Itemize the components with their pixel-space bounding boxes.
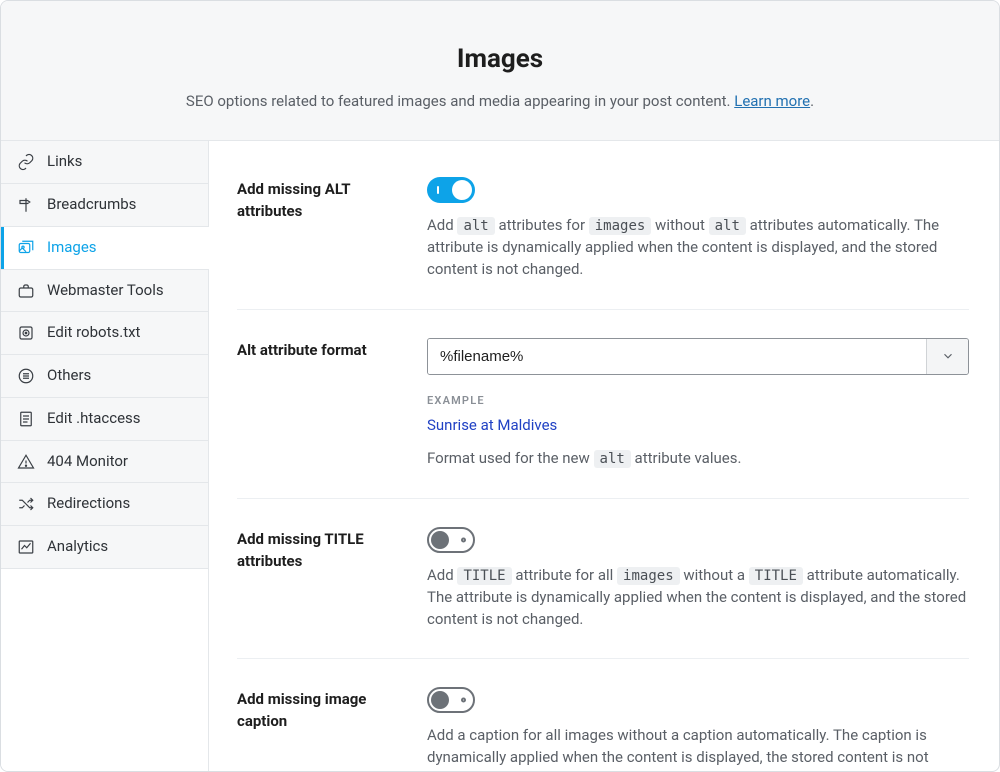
alt-format-input-group (427, 338, 969, 375)
example-value: Sunrise at Maldives (427, 415, 969, 437)
setting-label: Alt attribute format (237, 338, 427, 362)
setting-row-caption-missing: Add missing image caption Add a caption … (237, 687, 969, 771)
learn-more-link[interactable]: Learn more (734, 92, 810, 110)
setting-body: EXAMPLE Sunrise at Maldives Format used … (427, 338, 969, 470)
toggle-caption-missing[interactable] (427, 687, 475, 713)
setting-label: Add missing image caption (237, 687, 427, 733)
sidebar-item-label: 404 Monitor (47, 451, 128, 473)
sidebar-item-label: Edit robots.txt (47, 322, 140, 344)
sidebar-item-edit-robots[interactable]: Edit robots.txt (1, 312, 208, 355)
setting-description: Format used for the new alt attribute va… (427, 448, 969, 470)
setting-body: Add alt attributes for images without al… (427, 177, 969, 280)
sidebar-item-label: Breadcrumbs (47, 194, 136, 216)
desc-text: Add (427, 566, 457, 584)
code-title: TITLE (457, 567, 511, 585)
toggle-knob (431, 691, 449, 709)
setting-body: Add TITLE attribute for all images witho… (427, 527, 969, 630)
desc-text: without (651, 216, 708, 234)
setting-description: Add TITLE attribute for all images witho… (427, 565, 969, 630)
sidebar-item-label: Edit .htaccess (47, 408, 141, 430)
setting-label: Add missing TITLE attributes (237, 527, 427, 573)
sidebar-item-label: Analytics (47, 536, 108, 558)
toggle-knob (431, 531, 449, 549)
setting-body: Add a caption for all images without a c… (427, 687, 969, 771)
sidebar-item-others[interactable]: Others (1, 355, 208, 398)
alt-format-variable-dropdown[interactable] (926, 339, 968, 374)
toggle-knob (452, 180, 472, 200)
sidebar-item-redirections[interactable]: Redirections (1, 483, 208, 526)
robots-icon (17, 324, 35, 342)
page-title: Images (21, 41, 979, 79)
sidebar-item-label: Links (47, 151, 82, 173)
sidebar-item-label: Webmaster Tools (47, 280, 164, 302)
sidebar-item-links[interactable]: Links (1, 141, 208, 184)
subtitle-suffix: . (810, 92, 814, 110)
example-label: EXAMPLE (427, 393, 969, 409)
warning-icon (17, 453, 35, 471)
toggle-off-indicator (461, 538, 466, 543)
setting-label: Add missing ALT attributes (237, 177, 427, 223)
code-images: images (589, 217, 652, 235)
sidebar: Links Breadcrumbs Images (1, 141, 209, 771)
toggle-off-indicator (461, 698, 466, 703)
images-icon (17, 239, 35, 257)
sidebar-item-edit-htaccess[interactable]: Edit .htaccess (1, 398, 208, 441)
alt-format-input[interactable] (428, 339, 926, 374)
desc-text: attribute for all (512, 566, 617, 584)
setting-description: Add alt attributes for images without al… (427, 215, 969, 280)
desc-text: without a (680, 566, 749, 584)
code-alt: alt (457, 217, 494, 235)
briefcase-icon (17, 282, 35, 300)
sidebar-item-webmaster-tools[interactable]: Webmaster Tools (1, 269, 208, 313)
page-header: Images SEO options related to featured i… (1, 1, 999, 141)
desc-text: Format used for the new (427, 449, 594, 467)
sidebar-item-breadcrumbs[interactable]: Breadcrumbs (1, 184, 208, 227)
settings-content: Add missing ALT attributes Add alt attri… (209, 141, 999, 771)
app-frame: Images SEO options related to featured i… (0, 0, 1000, 772)
chart-icon (17, 538, 35, 556)
setting-description: Add a caption for all images without a c… (427, 725, 969, 771)
chevron-down-icon (941, 349, 955, 363)
file-icon (17, 410, 35, 428)
desc-text: attributes for (495, 216, 589, 234)
list-icon (17, 367, 35, 385)
page-subtitle: SEO options related to featured images a… (21, 91, 979, 113)
signpost-icon (17, 196, 35, 214)
subtitle-text: SEO options related to featured images a… (186, 92, 734, 110)
sidebar-item-label: Others (47, 365, 91, 387)
body-row: Links Breadcrumbs Images (1, 141, 999, 771)
desc-text: Add (427, 216, 457, 234)
setting-row-alt-format: Alt attribute format EXAMPLE Sunrise at … (237, 338, 969, 499)
link-icon (17, 153, 35, 171)
sidebar-item-label: Images (47, 237, 97, 259)
sidebar-item-label: Redirections (47, 493, 130, 515)
setting-row-title-missing: Add missing TITLE attributes Add TITLE a… (237, 527, 969, 659)
code-title: TITLE (749, 567, 803, 585)
toggle-on-indicator (437, 186, 439, 194)
code-alt: alt (594, 450, 631, 468)
toggle-alt-missing[interactable] (427, 177, 475, 203)
sidebar-item-images[interactable]: Images (1, 227, 209, 269)
setting-row-alt-missing: Add missing ALT attributes Add alt attri… (237, 177, 969, 309)
sidebar-item-analytics[interactable]: Analytics (1, 526, 208, 569)
code-alt: alt (709, 217, 746, 235)
code-images: images (617, 567, 680, 585)
sidebar-item-404-monitor[interactable]: 404 Monitor (1, 441, 208, 484)
desc-text: attribute values. (631, 449, 742, 467)
toggle-title-missing[interactable] (427, 527, 475, 553)
shuffle-icon (17, 495, 35, 513)
